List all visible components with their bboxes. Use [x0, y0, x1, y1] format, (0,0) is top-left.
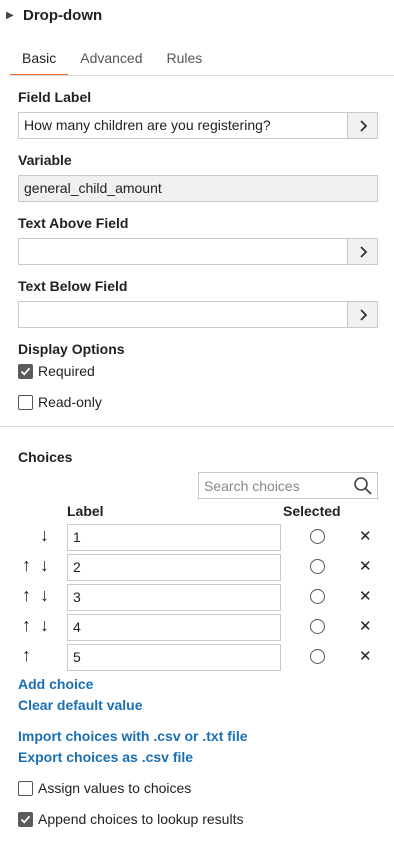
search-icon[interactable]: [349, 476, 377, 496]
choice-row: ↑ ↓ 3 ✕: [18, 584, 380, 611]
move-up-icon[interactable]: ↑: [22, 585, 31, 606]
choice-row: ↓ 1 ✕: [18, 524, 380, 551]
tab-basic[interactable]: Basic: [10, 44, 69, 76]
move-up-icon[interactable]: ↑: [22, 615, 31, 636]
remove-choice-icon[interactable]: ✕: [359, 527, 372, 545]
field-label-heading: Field Label: [18, 89, 92, 105]
export-choices-link[interactable]: Export choices as .csv file: [18, 749, 193, 765]
remove-choice-icon[interactable]: ✕: [359, 617, 372, 635]
search-choices-input[interactable]: Search choices: [198, 472, 378, 499]
assign-values-checkbox[interactable]: [18, 780, 33, 796]
choices-heading: Choices: [18, 449, 73, 465]
text-below-value[interactable]: [19, 302, 347, 327]
move-down-icon[interactable]: ↓: [40, 555, 49, 576]
move-down-icon[interactable]: ↓: [40, 615, 49, 636]
tab-bar: Basic Advanced Rules: [10, 44, 214, 76]
text-above-input[interactable]: [18, 238, 378, 265]
chevron-right-icon: [359, 308, 367, 321]
move-down-icon[interactable]: ↓: [40, 585, 49, 606]
tab-advanced[interactable]: Advanced: [68, 44, 154, 76]
remove-choice-icon[interactable]: ✕: [359, 557, 372, 575]
import-choices-link[interactable]: Import choices with .csv or .txt file: [18, 728, 248, 744]
choice-row: ↑ 5 ✕: [18, 644, 380, 671]
variable-heading: Variable: [18, 152, 72, 168]
remove-choice-icon[interactable]: ✕: [359, 647, 372, 665]
chevron-right-icon: [359, 119, 367, 132]
search-placeholder[interactable]: Search choices: [199, 478, 349, 494]
tab-rules[interactable]: Rules: [155, 44, 215, 76]
choice-row: ↑ ↓ 2 ✕: [18, 554, 380, 581]
choice-label-input[interactable]: 4: [67, 614, 281, 641]
field-label-input[interactable]: How many children are you registering?: [18, 112, 378, 139]
move-up-icon[interactable]: ↑: [22, 645, 31, 666]
text-above-expand-button[interactable]: [347, 239, 377, 264]
checkmark-icon: [20, 815, 31, 824]
required-label: Required: [38, 363, 95, 379]
required-checkbox[interactable]: [18, 363, 33, 379]
choice-label-input[interactable]: 5: [67, 644, 281, 671]
section-divider: [0, 426, 394, 427]
append-lookup-label: Append choices to lookup results: [38, 811, 244, 827]
add-choice-link[interactable]: Add choice: [18, 676, 93, 692]
choice-selected-radio[interactable]: [310, 529, 325, 544]
choice-row: ↑ ↓ 4 ✕: [18, 614, 380, 641]
text-below-heading: Text Below Field: [18, 278, 128, 294]
move-down-icon[interactable]: ↓: [40, 525, 49, 546]
append-lookup-checkbox[interactable]: [18, 811, 33, 827]
choices-label-column-header: Label: [67, 503, 104, 519]
text-below-expand-button[interactable]: [347, 302, 377, 327]
choice-label-input[interactable]: 2: [67, 554, 281, 581]
variable-value[interactable]: general_child_amount: [19, 176, 377, 201]
choice-selected-radio[interactable]: [310, 559, 325, 574]
required-option[interactable]: Required: [18, 361, 95, 381]
clear-default-value-link[interactable]: Clear default value: [18, 697, 143, 713]
field-label-value[interactable]: How many children are you registering?: [19, 113, 347, 138]
tab-divider: [10, 75, 394, 76]
text-below-input[interactable]: [18, 301, 378, 328]
panel-header[interactable]: ▶ Drop-down: [6, 4, 102, 26]
choice-selected-radio[interactable]: [310, 649, 325, 664]
checkmark-icon: [20, 367, 31, 376]
choice-label-input[interactable]: 3: [67, 584, 281, 611]
read-only-checkbox[interactable]: [18, 394, 33, 410]
read-only-option[interactable]: Read-only: [18, 392, 102, 412]
text-above-heading: Text Above Field: [18, 215, 129, 231]
choice-label-input[interactable]: 1: [67, 524, 281, 551]
chevron-right-icon: [359, 245, 367, 258]
append-lookup-option[interactable]: Append choices to lookup results: [18, 809, 243, 829]
text-above-value[interactable]: [19, 239, 347, 264]
variable-field[interactable]: general_child_amount: [18, 175, 378, 202]
display-options-heading: Display Options: [18, 341, 125, 357]
panel-title: Drop-down: [23, 6, 103, 24]
assign-values-label: Assign values to choices: [38, 780, 192, 796]
assign-values-option[interactable]: Assign values to choices: [18, 778, 191, 798]
move-up-icon[interactable]: ↑: [22, 555, 31, 576]
collapse-caret-icon[interactable]: ▶: [6, 10, 18, 21]
choices-selected-column-header: Selected: [283, 503, 341, 519]
choice-selected-radio[interactable]: [310, 589, 325, 604]
read-only-label: Read-only: [38, 394, 102, 410]
field-label-expand-button[interactable]: [347, 113, 377, 138]
remove-choice-icon[interactable]: ✕: [359, 587, 372, 605]
choice-selected-radio[interactable]: [310, 619, 325, 634]
